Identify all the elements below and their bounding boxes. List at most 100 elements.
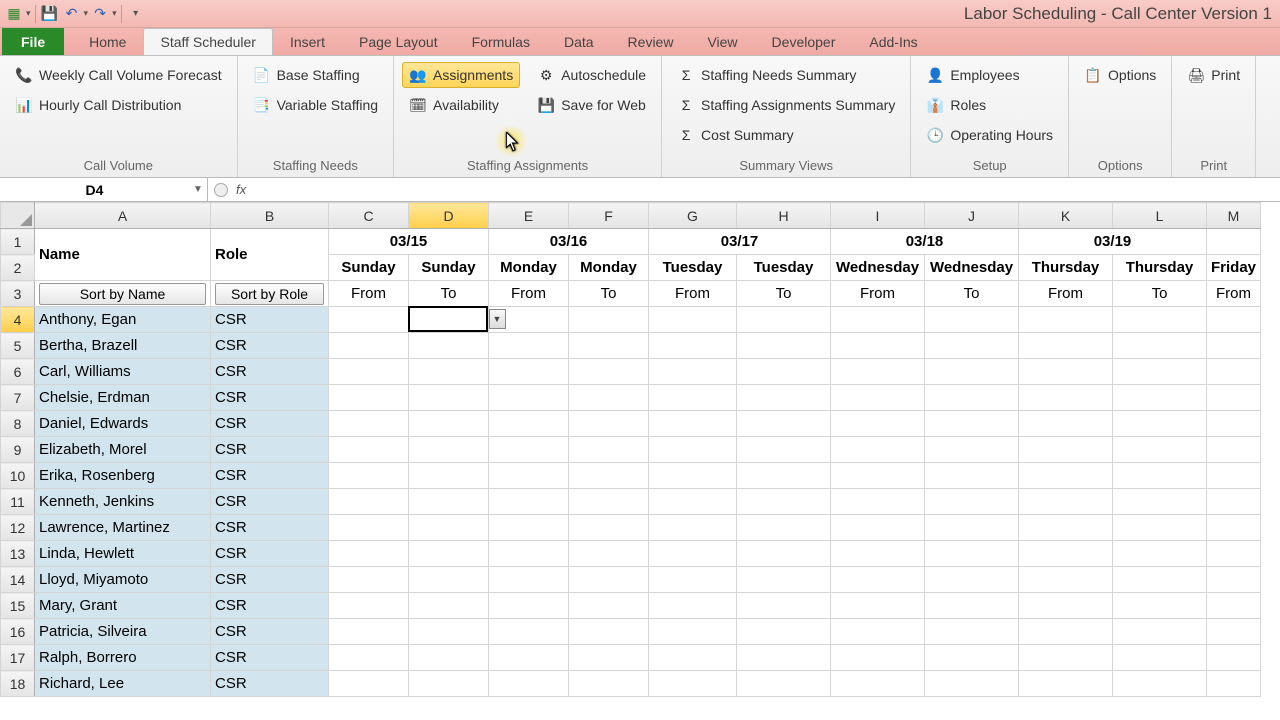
fromto-header[interactable]: To [925,281,1019,307]
sort-by-role-button[interactable]: Sort by Role [215,283,324,305]
row-header-9[interactable]: 9 [1,437,35,463]
row-header-17[interactable]: 17 [1,645,35,671]
schedule-cell[interactable] [1207,619,1261,645]
schedule-cell[interactable] [329,567,409,593]
schedule-cell[interactable] [925,645,1019,671]
schedule-cell[interactable] [329,333,409,359]
worksheet[interactable]: ABCDEFGHIJKLM1NameRole03/1503/1603/1703/… [0,202,1280,720]
day-header[interactable]: Friday [1207,255,1261,281]
schedule-cell[interactable] [489,515,569,541]
schedule-cell[interactable] [1113,489,1207,515]
employee-role[interactable]: CSR [211,307,329,333]
schedule-cell[interactable] [737,489,831,515]
schedule-cell[interactable] [329,515,409,541]
schedule-cell[interactable] [925,411,1019,437]
row-header-18[interactable]: 18 [1,671,35,697]
schedule-cell[interactable] [649,411,737,437]
schedule-cell[interactable] [1113,333,1207,359]
schedule-cell[interactable] [409,541,489,567]
schedule-cell[interactable] [1113,671,1207,697]
schedule-cell[interactable] [329,359,409,385]
schedule-cell[interactable] [1113,437,1207,463]
schedule-cell[interactable] [489,671,569,697]
schedule-cell[interactable] [409,411,489,437]
schedule-cell[interactable] [409,489,489,515]
employee-role[interactable]: CSR [211,593,329,619]
schedule-cell[interactable] [737,307,831,333]
schedule-cell[interactable] [925,307,1019,333]
schedule-cell[interactable] [1019,567,1113,593]
schedule-cell[interactable] [409,645,489,671]
variable-staffing-button[interactable]: 📑Variable Staffing [246,92,385,118]
schedule-cell[interactable] [649,645,737,671]
tab-review[interactable]: Review [611,28,691,55]
schedule-cell[interactable] [925,671,1019,697]
employee-name[interactable]: Daniel, Edwards [35,411,211,437]
employee-role[interactable]: CSR [211,463,329,489]
row-header-5[interactable]: 5 [1,333,35,359]
day-header[interactable]: Wednesday [925,255,1019,281]
employee-name[interactable]: Linda, Hewlett [35,541,211,567]
employee-name[interactable]: Carl, Williams [35,359,211,385]
schedule-cell[interactable] [649,567,737,593]
row-header-10[interactable]: 10 [1,463,35,489]
schedule-cell[interactable] [1019,463,1113,489]
schedule-cell[interactable] [1207,671,1261,697]
schedule-cell[interactable] [409,333,489,359]
employee-role[interactable]: CSR [211,567,329,593]
schedule-cell[interactable] [489,411,569,437]
assignments-button[interactable]: 👥Assignments [402,62,520,88]
date-header[interactable]: 03/15 [329,229,489,255]
schedule-cell[interactable] [925,593,1019,619]
schedule-cell[interactable] [329,593,409,619]
schedule-cell[interactable] [489,385,569,411]
options-button[interactable]: 📋Options [1077,62,1163,88]
col-header-E[interactable]: E [489,203,569,229]
schedule-cell[interactable] [925,463,1019,489]
schedule-cell[interactable] [409,359,489,385]
schedule-cell[interactable] [649,593,737,619]
schedule-cell[interactable] [489,645,569,671]
schedule-cell[interactable] [925,567,1019,593]
schedule-cell[interactable] [569,359,649,385]
employee-name[interactable]: Kenneth, Jenkins [35,489,211,515]
fromto-header[interactable]: To [409,281,489,307]
schedule-cell[interactable] [409,307,489,333]
schedule-cell[interactable] [489,437,569,463]
schedule-cell[interactable] [1207,645,1261,671]
schedule-cell[interactable] [649,307,737,333]
col-header-I[interactable]: I [831,203,925,229]
fromto-header[interactable]: From [489,281,569,307]
name-header[interactable]: Name [35,229,211,281]
schedule-cell[interactable] [831,645,925,671]
schedule-cell[interactable] [925,333,1019,359]
schedule-cell[interactable] [831,411,925,437]
employee-role[interactable]: CSR [211,333,329,359]
day-header[interactable]: Tuesday [737,255,831,281]
schedule-cell[interactable] [831,333,925,359]
schedule-cell[interactable] [489,541,569,567]
tab-staff-scheduler[interactable]: Staff Scheduler [143,28,272,55]
employee-role[interactable]: CSR [211,619,329,645]
schedule-cell[interactable] [1207,333,1261,359]
tab-home[interactable]: Home [72,28,143,55]
schedule-cell[interactable] [569,567,649,593]
fromto-header[interactable]: From [649,281,737,307]
fromto-header[interactable]: From [1019,281,1113,307]
schedule-cell[interactable] [489,567,569,593]
row-header-16[interactable]: 16 [1,619,35,645]
schedule-cell[interactable] [489,489,569,515]
schedule-cell[interactable] [1019,333,1113,359]
fromto-header[interactable]: To [737,281,831,307]
hourly-dist-button[interactable]: 📊Hourly Call Distribution [8,92,229,118]
day-header[interactable]: Thursday [1019,255,1113,281]
schedule-cell[interactable] [925,437,1019,463]
chevron-down-icon[interactable]: ▼ [189,184,207,195]
employee-name[interactable]: Lawrence, Martinez [35,515,211,541]
employee-name[interactable]: Erika, Rosenberg [35,463,211,489]
fromto-header[interactable]: To [569,281,649,307]
schedule-cell[interactable] [737,385,831,411]
schedule-cell[interactable] [925,385,1019,411]
employee-role[interactable]: CSR [211,645,329,671]
schedule-cell[interactable] [569,619,649,645]
